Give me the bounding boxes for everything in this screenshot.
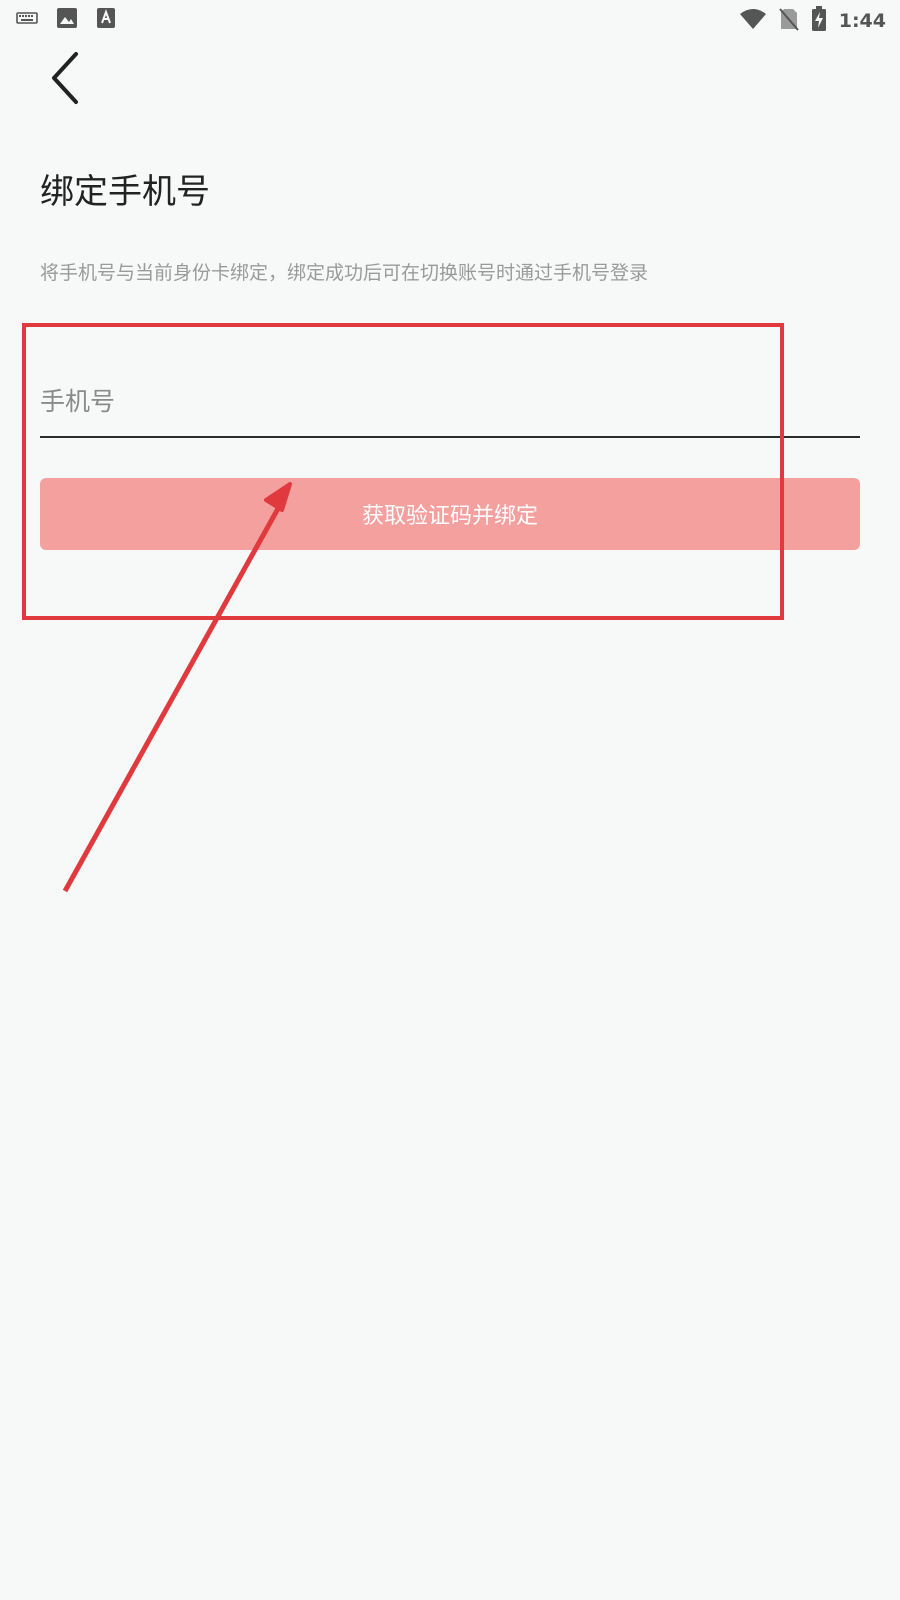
status-left-icons	[16, 7, 116, 33]
image-icon	[56, 7, 78, 33]
back-button[interactable]	[38, 46, 94, 110]
font-icon	[96, 7, 116, 33]
phone-number-input[interactable]	[40, 366, 860, 438]
status-bar: 1:44	[0, 0, 900, 36]
page-title: 绑定手机号	[40, 172, 210, 212]
no-sim-icon	[778, 7, 799, 35]
battery-charging-icon	[811, 6, 827, 36]
keyboard-icon	[16, 10, 38, 30]
status-time: 1:44	[838, 10, 886, 32]
get-code-and-bind-button[interactable]: 获取验证码并绑定	[40, 478, 860, 550]
chevron-left-icon	[52, 52, 78, 104]
page-subtitle: 将手机号与当前身份卡绑定，绑定成功后可在切换账号时通过手机号登录	[40, 262, 649, 284]
annotation-arrow	[62, 482, 292, 893]
status-right-icons: 1:44	[739, 6, 886, 36]
wifi-icon	[739, 8, 767, 34]
